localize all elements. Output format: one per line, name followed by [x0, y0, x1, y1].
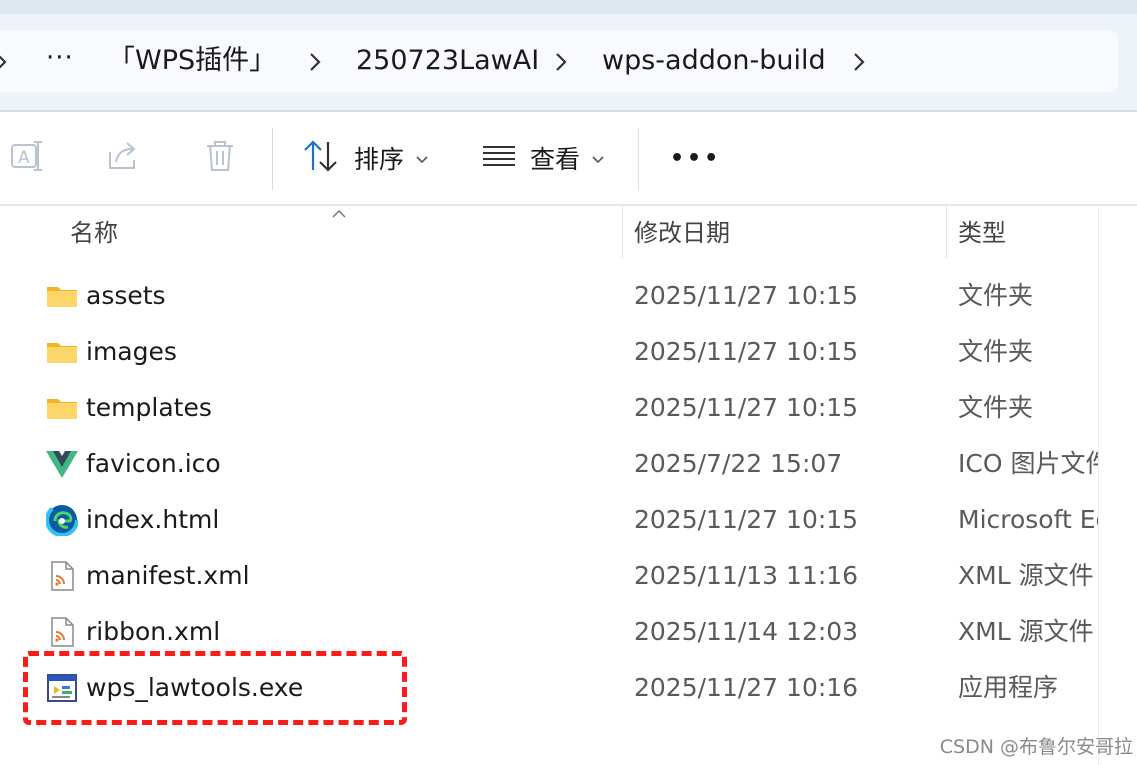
view-label: 查看: [530, 145, 581, 174]
sort-button[interactable]: 排序: [302, 112, 428, 204]
file-name: templates: [86, 393, 212, 422]
file-name: favicon.ico: [86, 449, 221, 478]
breadcrumb-item-lawai[interactable]: 250723LawAI: [356, 30, 539, 92]
list-item[interactable]: assets 2025/11/27 10:15 文件夹: [0, 268, 1098, 324]
delete-button[interactable]: [202, 112, 238, 204]
file-name: images: [86, 337, 177, 366]
rename-button[interactable]: A: [10, 112, 46, 204]
scrollbar-track[interactable]: [1098, 206, 1137, 765]
breadcrumb-item-wps-plugin[interactable]: 「WPS插件」: [108, 30, 276, 92]
edge-icon: [45, 503, 79, 537]
sort-arrows-icon: [302, 138, 340, 178]
trash-icon: [202, 138, 238, 178]
svg-text:A: A: [18, 148, 30, 168]
highlight-annotation-box: [23, 651, 407, 725]
column-header-type[interactable]: 类型: [958, 206, 1006, 262]
xml-file-icon: [46, 560, 78, 592]
file-date: 2025/11/27 10:15: [634, 393, 859, 422]
folder-icon: [46, 336, 78, 368]
list-item[interactable]: index.html 2025/11/27 10:15 Microsoft Ed…: [0, 492, 1098, 548]
file-date: 2025/11/27 10:15: [634, 505, 859, 534]
file-name: index.html: [86, 505, 220, 534]
list-item[interactable]: templates 2025/11/27 10:15 文件夹: [0, 380, 1098, 436]
file-date: 2025/11/27 10:15: [634, 337, 859, 366]
share-icon: [106, 138, 142, 178]
file-date: 2025/11/14 12:03: [634, 617, 859, 646]
watermark: CSDN @布鲁尔安哥拉: [939, 736, 1133, 758]
breadcrumb-overflow[interactable]: ···: [46, 30, 74, 92]
file-type: 应用程序: [958, 673, 1059, 702]
file-name: assets: [86, 281, 166, 310]
file-name: manifest.xml: [86, 561, 250, 590]
rename-icon: A: [10, 138, 46, 178]
sort-ascending-icon: [332, 204, 346, 223]
command-bar: A 排序 查看 •••: [0, 112, 1137, 204]
file-type: 文件夹: [958, 393, 1034, 422]
file-type: XML 源文件: [958, 617, 1094, 646]
file-date: 2025/11/27 10:16: [634, 673, 859, 702]
file-date: 2025/7/22 15:07: [634, 449, 843, 478]
file-type: XML 源文件: [958, 561, 1094, 590]
chevron-down-icon: [592, 149, 604, 168]
folder-icon: [46, 392, 78, 424]
file-type: Microsoft Edge: [958, 505, 1098, 534]
list-item[interactable]: manifest.xml 2025/11/13 11:16 XML 源文件: [0, 548, 1098, 604]
column-divider[interactable]: [622, 206, 623, 258]
more-options-button[interactable]: •••: [670, 112, 721, 204]
more-options-icon: •••: [670, 145, 722, 171]
xml-file-icon: [46, 616, 78, 648]
list-item[interactable]: favicon.ico 2025/7/22 15:07 ICO 图片文件: [0, 436, 1098, 492]
list-item[interactable]: images 2025/11/27 10:15 文件夹: [0, 324, 1098, 380]
chevron-down-icon: [416, 149, 428, 168]
share-button[interactable]: [106, 112, 142, 204]
toolbar-divider: [272, 128, 273, 190]
toolbar-divider: [638, 128, 639, 190]
file-type: ICO 图片文件: [958, 449, 1098, 478]
title-strip: [0, 0, 1137, 14]
breadcrumb-item-addon-build[interactable]: wps-addon-build: [602, 30, 826, 92]
view-button[interactable]: 查看: [482, 112, 604, 204]
file-date: 2025/11/27 10:15: [634, 281, 859, 310]
column-header-modified[interactable]: 修改日期: [634, 206, 730, 262]
breadcrumb[interactable]: ··· 「WPS插件」 250723LawAI wps-addon-build: [0, 30, 1118, 92]
column-divider[interactable]: [946, 206, 947, 258]
sort-label: 排序: [354, 145, 405, 174]
list-view-icon: [482, 144, 516, 172]
file-type: 文件夹: [958, 281, 1034, 310]
folder-icon: [46, 280, 78, 312]
file-type: 文件夹: [958, 337, 1034, 366]
vue-logo-icon: [46, 448, 78, 480]
column-header-name[interactable]: 名称: [70, 206, 118, 262]
file-date: 2025/11/13 11:16: [634, 561, 859, 590]
